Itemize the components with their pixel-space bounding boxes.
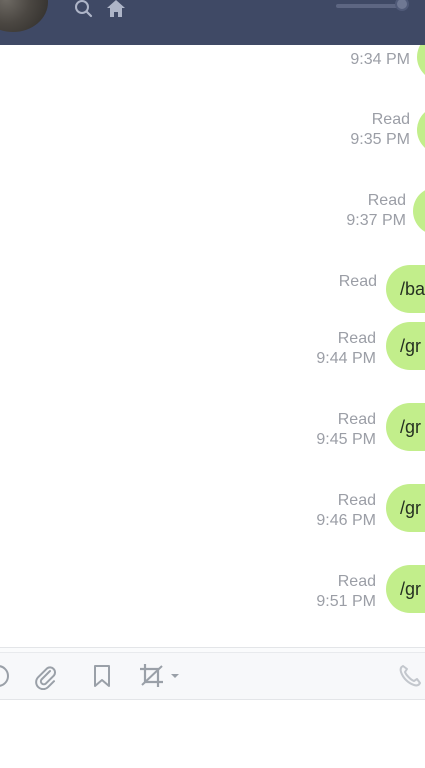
bookmark-icon[interactable] xyxy=(88,662,116,690)
message-text: /gr xyxy=(400,498,422,518)
message-status: Read xyxy=(337,330,376,347)
message-meta: Read 9:45 PM xyxy=(316,410,376,450)
message-text: /gr xyxy=(400,579,422,599)
message-input-area[interactable] xyxy=(0,700,425,768)
paperclip-icon[interactable] xyxy=(31,662,59,690)
emoji-icon[interactable] xyxy=(0,662,12,690)
message-meta: Read 9:46 PM xyxy=(316,491,376,531)
home-icon[interactable] xyxy=(105,0,127,20)
message-status: Read xyxy=(371,111,410,128)
message-bubble[interactable]: /gr xyxy=(386,484,425,532)
message-row: Read 9:37 PM xyxy=(0,187,425,241)
message-meta: Read 9:35 PM xyxy=(350,110,410,150)
search-icon[interactable] xyxy=(73,0,95,20)
message-meta: 9:34 PM xyxy=(350,50,410,70)
message-time: 9:35 PM xyxy=(350,131,410,148)
message-meta: Read 9:51 PM xyxy=(316,572,376,612)
message-status: Read xyxy=(337,411,376,428)
volume-slider-handle[interactable] xyxy=(395,0,409,11)
message-bubble[interactable]: /gr xyxy=(386,322,425,370)
message-meta: Read xyxy=(339,272,377,292)
message-bubble[interactable] xyxy=(417,106,425,154)
message-row: Read /ba xyxy=(0,265,425,322)
message-list[interactable]: 9:34 PM Read 9:35 PM Read 9:37 PM Read /… xyxy=(0,45,425,647)
message-bubble[interactable]: /gr xyxy=(386,403,425,451)
message-status: Read xyxy=(338,273,377,290)
message-bubble[interactable]: /ba xyxy=(386,265,425,313)
message-bubble[interactable] xyxy=(417,45,425,81)
message-row: Read 9:44 PM /gr xyxy=(0,322,425,379)
crop-icon[interactable] xyxy=(138,662,182,690)
message-row: Read 9:45 PM /gr xyxy=(0,403,425,460)
message-text: /ba xyxy=(400,279,425,299)
message-text: /gr xyxy=(400,336,422,356)
message-text: /gr xyxy=(400,417,422,437)
message-time: 9:34 PM xyxy=(350,51,410,68)
message-time: 9:37 PM xyxy=(346,212,406,229)
message-status: Read xyxy=(337,573,376,590)
composer-toolbar xyxy=(0,653,425,700)
message-meta: Read 9:37 PM xyxy=(346,191,406,231)
message-bubble[interactable] xyxy=(413,187,425,235)
call-icon[interactable] xyxy=(396,662,424,690)
message-row: 9:34 PM xyxy=(0,45,425,85)
message-time: 9:46 PM xyxy=(316,512,376,529)
message-time: 9:51 PM xyxy=(316,593,376,610)
message-row: Read 9:51 PM /gr xyxy=(0,565,425,622)
message-status: Read xyxy=(337,492,376,509)
message-time: 9:45 PM xyxy=(316,431,376,448)
chat-header xyxy=(0,0,425,45)
message-bubble[interactable]: /gr xyxy=(386,565,425,613)
message-row: Read 9:46 PM /gr xyxy=(0,484,425,541)
message-meta: Read 9:44 PM xyxy=(316,329,376,369)
message-row: Read 9:35 PM xyxy=(0,106,425,160)
message-status: Read xyxy=(367,192,406,209)
message-time: 9:44 PM xyxy=(316,350,376,367)
user-avatar[interactable] xyxy=(0,0,48,32)
